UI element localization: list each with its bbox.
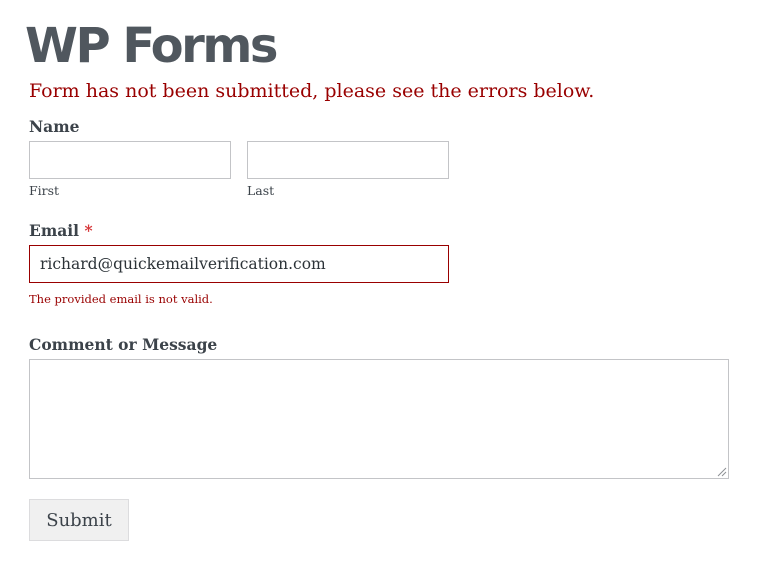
- first-name-sublabel: First: [29, 183, 60, 198]
- first-name-input[interactable]: [29, 141, 231, 179]
- email-label-text: Email: [29, 221, 80, 240]
- page-title: WP Forms: [25, 18, 278, 74]
- email-input[interactable]: [29, 245, 449, 283]
- required-marker: *: [84, 221, 93, 240]
- submit-button[interactable]: Submit: [29, 499, 129, 541]
- message-label: Comment or Message: [29, 335, 218, 354]
- email-error-message: The provided email is not valid.: [29, 292, 213, 306]
- email-label: Email *: [29, 221, 93, 241]
- form-error-banner: Form has not been submitted, please see …: [29, 80, 595, 102]
- name-label: Name: [29, 117, 80, 136]
- last-name-input[interactable]: [247, 141, 449, 179]
- resize-grip-icon[interactable]: [717, 467, 727, 477]
- last-name-sublabel: Last: [247, 183, 275, 198]
- message-textarea[interactable]: [29, 359, 729, 479]
